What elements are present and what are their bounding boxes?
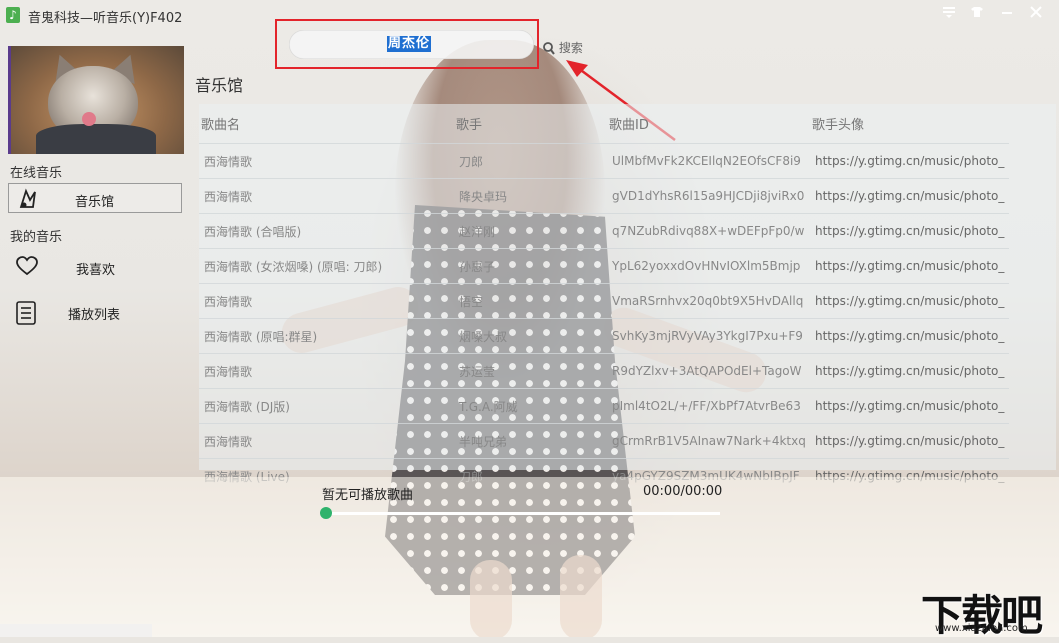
cell-artist: 孙惠子	[454, 248, 607, 284]
cell-song-name: 西海情歌 (原唱:群星)	[199, 318, 454, 354]
cell-song-name: 西海情歌	[199, 353, 454, 389]
search-button[interactable]: 搜索	[543, 39, 583, 56]
skin-icon[interactable]	[970, 6, 984, 22]
cell-artist: 烟嗓大叔	[454, 318, 607, 354]
menu-icon[interactable]	[942, 6, 956, 22]
sidebar-item-music-hall[interactable]: 音乐馆	[8, 183, 182, 213]
sidebar-item-label: 播放列表	[68, 308, 121, 323]
section-my-music: 我的音乐	[10, 230, 63, 245]
cell-song-id: R9dYZlxv+3AtQAPOdEl+TagoW	[607, 353, 810, 389]
table-row[interactable]: 西海情歌 降央卓玛 gVD1dYhsR6l15a9HJCDji8jviRx0 http…	[199, 178, 1009, 214]
cell-song-id: VmaRSrnhvx20q0bt9X5HvDAllq	[607, 283, 810, 319]
column-header-song-name[interactable]: 歌曲名	[199, 104, 454, 144]
watermark-url: www.xiazaiba.com	[935, 623, 1028, 634]
table-row[interactable]: 西海情歌 苏运莹 R9dYZlxv+3AtQAPOdEl+TagoW https://…	[199, 353, 1009, 389]
cell-song-name: 西海情歌 (DJ版)	[199, 388, 454, 424]
now-playing-text: 暂无可播放歌曲	[322, 488, 414, 503]
search-icon	[543, 41, 559, 55]
window-title: 音鬼科技—听音乐(Y)F402	[28, 11, 183, 26]
cell-artist: T.G.A.阿威	[454, 388, 607, 424]
cell-song-name: 西海情歌	[199, 423, 454, 459]
minimize-icon[interactable]	[1001, 6, 1013, 22]
bottom-strip	[0, 624, 152, 637]
player-bar	[0, 477, 1059, 637]
column-header-artist[interactable]: 歌手	[454, 104, 607, 144]
table-row[interactable]: 西海情歌 刀郎 UlMbfMvFk2KCEIlqN2EOfsCF8i9 https:/…	[199, 143, 1009, 179]
song-table: 歌曲名 歌手 歌曲ID 歌手头像 西海情歌 刀郎 UlMbfMvFk2KCEIlqN…	[199, 104, 1056, 493]
cell-song-name: 西海情歌 (合唱版)	[199, 213, 454, 249]
sidebar-item-playlist[interactable]: 播放列表	[8, 297, 182, 327]
cell-song-name: 西海情歌	[199, 283, 454, 319]
playlist-icon	[16, 301, 36, 329]
cell-artist: 赵洋刚	[454, 213, 607, 249]
cell-artist-avatar: https://y.gtimg.cn/music/photo_	[810, 248, 1009, 284]
table-header-row: 歌曲名 歌手 歌曲ID 歌手头像	[199, 104, 1009, 144]
close-icon[interactable]	[1030, 6, 1042, 22]
cell-artist: 苏运莹	[454, 353, 607, 389]
section-online-music: 在线音乐	[10, 166, 63, 181]
cell-song-id: pIml4tO2L/+/FF/XbPf7AtvrBe63	[607, 388, 810, 424]
sidebar-item-label: 我喜欢	[76, 263, 116, 278]
cell-artist-avatar: https://y.gtimg.cn/music/photo_	[810, 143, 1009, 179]
progress-knob[interactable]	[320, 507, 332, 519]
cover-accent-bar	[8, 46, 11, 154]
table-row[interactable]: 西海情歌 (DJ版) T.G.A.阿威 pIml4tO2L/+/FF/XbPf7At…	[199, 388, 1009, 424]
cell-artist: 刀郎	[454, 143, 607, 179]
cell-song-name: 西海情歌 (女浓烟嗓) (原唱: 刀郎)	[199, 248, 454, 284]
cell-artist-avatar: https://y.gtimg.cn/music/photo_	[810, 423, 1009, 459]
heart-icon	[16, 256, 38, 280]
cell-artist-avatar: https://y.gtimg.cn/music/photo_	[810, 388, 1009, 424]
sidebar-item-favorites[interactable]: 我喜欢	[8, 252, 182, 282]
progress-track[interactable]	[326, 512, 720, 515]
cell-artist-avatar: https://y.gtimg.cn/music/photo_	[810, 178, 1009, 214]
cell-song-id: YpL62yoxxdOvHNvIOXlm5Bmjp	[607, 248, 810, 284]
cell-song-id: gCrmRrB1V5AInaw7Nark+4ktxq	[607, 423, 810, 459]
sidebar-item-label: 音乐馆	[75, 195, 115, 210]
cell-artist-avatar: https://y.gtimg.cn/music/photo_	[810, 318, 1009, 354]
cell-song-name: 西海情歌	[199, 178, 454, 214]
table-row[interactable]: 西海情歌 半吨兄弟 gCrmRrB1V5AInaw7Nark+4ktxq https:…	[199, 423, 1009, 459]
watermark-logo: 下载吧 www.xiazaiba.com	[921, 582, 1059, 640]
table-row[interactable]: 西海情歌 悟空 VmaRSrnhvx20q0bt9X5HvDAllq https://…	[199, 283, 1009, 319]
cell-artist: 降央卓玛	[454, 178, 607, 214]
table-row[interactable]: 西海情歌 (合唱版) 赵洋刚 q7NZubRdivq88X+wDEFpFp0/w ht…	[199, 213, 1009, 249]
cell-song-id: gVD1dYhsR6l15a9HJCDji8jviRx0	[607, 178, 810, 214]
cell-song-id: q7NZubRdivq88X+wDEFpFp0/w	[607, 213, 810, 249]
cell-song-name: 西海情歌	[199, 143, 454, 179]
cell-artist-avatar: https://y.gtimg.cn/music/photo_	[810, 213, 1009, 249]
cell-artist-avatar: https://y.gtimg.cn/music/photo_	[810, 283, 1009, 319]
time-display: 00:00/00:00	[643, 484, 723, 499]
cell-song-id: SvhKy3mjRVyVAy3YkgI7Pxu+F9	[607, 318, 810, 354]
music-hall-icon	[17, 188, 39, 214]
annotation-highlight-box	[275, 19, 539, 69]
cell-artist: 半吨兄弟	[454, 423, 607, 459]
column-header-song-id[interactable]: 歌曲ID	[607, 104, 810, 144]
cell-artist-avatar: https://y.gtimg.cn/music/photo_	[810, 353, 1009, 389]
album-cover	[8, 46, 184, 154]
search-button-label: 搜索	[558, 41, 583, 55]
table-row[interactable]: 西海情歌 (女浓烟嗓) (原唱: 刀郎) 孙惠子 YpL62yoxxdOvHNvIO…	[199, 248, 1009, 284]
table-row[interactable]: 西海情歌 (原唱:群星) 烟嗓大叔 SvhKy3mjRVyVAy3YkgI7Pxu+…	[199, 318, 1009, 354]
cell-song-id: UlMbfMvFk2KCEIlqN2EOfsCF8i9	[607, 143, 810, 179]
page-title: 音乐馆	[195, 76, 244, 95]
column-header-artist-avatar[interactable]: 歌手头像	[810, 104, 1009, 144]
cell-artist: 悟空	[454, 283, 607, 319]
app-icon: ♪	[6, 7, 20, 23]
